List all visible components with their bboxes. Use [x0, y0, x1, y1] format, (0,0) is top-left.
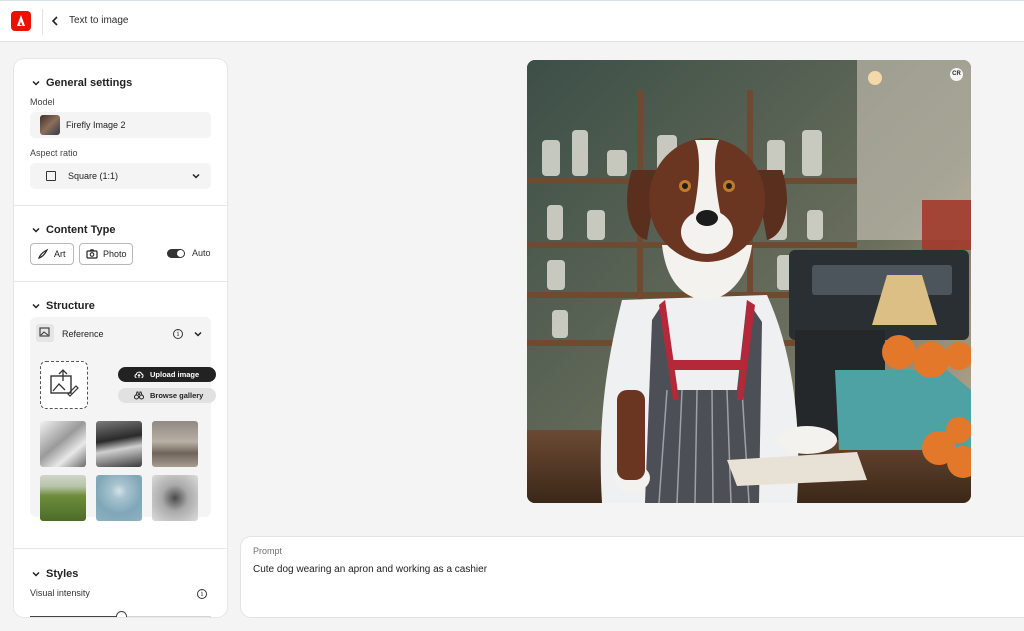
generated-image[interactable]: CR: [527, 60, 971, 503]
chevron-down-icon[interactable]: [193, 329, 203, 339]
divider: [14, 205, 227, 206]
settings-panel: General settings Model Firefly Image 2 A…: [14, 59, 227, 617]
image-drop-zone[interactable]: [40, 361, 88, 409]
prompt-box[interactable]: Prompt Cute dog wearing an apron and wor…: [241, 537, 1024, 617]
model-select[interactable]: Firefly Image 2: [30, 112, 211, 138]
content-credentials-badge[interactable]: CR: [950, 68, 963, 81]
info-icon[interactable]: i: [197, 589, 207, 599]
gallery-thumbnail-living-room[interactable]: [152, 421, 198, 467]
model-label: Model: [30, 97, 55, 107]
visual-intensity-label: Visual intensity: [30, 588, 90, 598]
section-title-structure[interactable]: Structure: [46, 300, 95, 312]
divider: [42, 9, 43, 35]
art-button[interactable]: Art: [30, 243, 74, 265]
section-title-general[interactable]: General settings: [46, 77, 132, 89]
divider: [14, 281, 227, 282]
brush-icon: [38, 248, 49, 259]
aspect-ratio-label: Aspect ratio: [30, 148, 78, 158]
camera-icon: [86, 249, 98, 259]
binoculars-icon: [134, 391, 144, 400]
aspect-ratio-value: Square (1:1): [68, 171, 119, 181]
aspect-ratio-select[interactable]: Square (1:1): [30, 163, 211, 189]
chevron-down-icon[interactable]: [31, 225, 41, 235]
gallery-thumbnail-bird-sketch[interactable]: [40, 421, 86, 467]
section-title-content-type[interactable]: Content Type: [46, 224, 115, 236]
photo-button[interactable]: Photo: [79, 243, 133, 265]
reference-box: Reference i Upload image Browse gallery: [30, 317, 216, 521]
section-title-styles[interactable]: Styles: [46, 568, 78, 580]
square-icon: [46, 171, 56, 181]
gallery-thumbnail-owl[interactable]: [152, 475, 198, 521]
model-value: Firefly Image 2: [66, 120, 126, 130]
dog-cashier-image: [527, 60, 971, 503]
slider-fill: [30, 616, 121, 617]
auto-toggle[interactable]: [167, 249, 185, 258]
model-thumbnail: [40, 115, 60, 135]
divider: [14, 548, 227, 549]
image-upload-icon: [50, 369, 79, 397]
gallery-thumbnail-road[interactable]: [40, 475, 86, 521]
browse-gallery-button[interactable]: Browse gallery: [118, 388, 216, 403]
photo-label: Photo: [103, 249, 127, 259]
breadcrumb[interactable]: Text to image: [69, 15, 128, 26]
chevron-down-icon[interactable]: [31, 78, 41, 88]
adobe-logo[interactable]: [11, 11, 31, 31]
slider-handle[interactable]: [115, 611, 127, 617]
upload-image-label: Upload image: [150, 370, 200, 379]
art-label: Art: [54, 249, 66, 259]
chevron-down-icon[interactable]: [31, 301, 41, 311]
visual-intensity-slider[interactable]: [30, 611, 211, 617]
top-bar: Text to image: [0, 0, 1024, 42]
info-icon[interactable]: i: [173, 329, 183, 339]
prompt-label: Prompt: [253, 546, 283, 556]
chevron-down-icon: [192, 173, 200, 179]
chevron-down-icon[interactable]: [31, 569, 41, 579]
reference-label: Reference: [62, 329, 104, 339]
gallery-thumbnail-mountains[interactable]: [96, 421, 142, 467]
auto-label: Auto: [192, 248, 211, 258]
gallery-thumbnail-sphere[interactable]: [96, 475, 142, 521]
browse-gallery-label: Browse gallery: [150, 391, 204, 400]
chevron-left-icon[interactable]: [49, 13, 63, 29]
cloud-upload-icon: [134, 371, 144, 378]
prompt-input[interactable]: Cute dog wearing an apron and working as…: [253, 564, 487, 575]
reference-icon: [36, 324, 54, 342]
upload-image-button[interactable]: Upload image: [118, 367, 216, 382]
